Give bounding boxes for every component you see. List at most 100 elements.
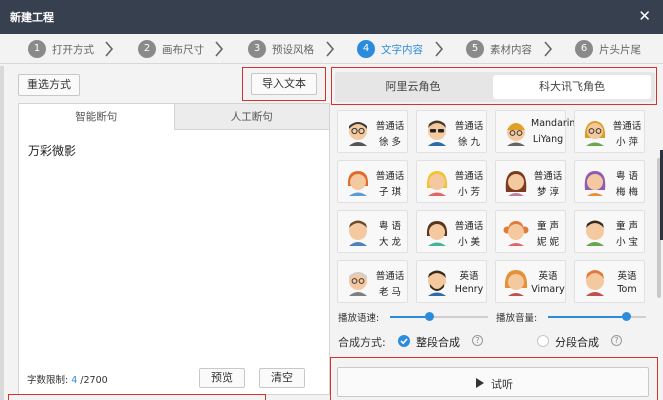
speed-slider-handle[interactable] [424,312,434,321]
voice-item[interactable]: 普通话 徐 多 [337,110,408,153]
help-icon[interactable]: ? [611,335,622,346]
step-number: 4 [357,40,375,58]
listen-button[interactable]: 试听 [337,367,649,397]
girl-bob-hair-icon [426,221,448,246]
voice-name: Tom [617,284,637,295]
woman-glasses-icon [584,121,606,146]
chevron-right-icon [434,40,444,58]
voice-name: 小 宝 [615,237,639,248]
volume-slider-handle[interactable] [621,312,631,321]
voice-item[interactable]: 粤 语 梅 梅 [574,160,645,203]
step-text-content[interactable]: 4 文字内容 [357,39,423,59]
voice-item[interactable]: 普通话 小 芳 [416,160,487,203]
clear-button[interactable]: 清空 [259,368,305,388]
voice-dialect: Mandarin [531,118,576,129]
step-number: 3 [248,40,266,58]
radio-whole-selected[interactable] [398,335,410,347]
boy-orange-hair-icon [586,270,604,296]
voice-name: Vimary [531,284,565,295]
voice-item[interactable]: 童 声 小 宝 [574,210,645,253]
provider-iflytek[interactable]: 科大讯飞角色 [493,75,651,99]
radio-split[interactable] [537,335,549,347]
step-number: 1 [28,40,46,58]
voice-name: 小 萍 [615,137,639,148]
voice-dialect: 普通话 [375,121,405,132]
voice-item[interactable]: 普通话 梦 淳 [495,160,566,203]
synthesis-mode: 合成方式: 整段合成 ? 分段合成 ? [338,332,658,350]
voice-item[interactable]: 普通话 小 美 [416,210,487,253]
step-label: 素材内容 [490,43,532,56]
voice-name: 妮 妮 [536,237,560,248]
voice-dialect: 普通话 [375,271,405,282]
step-label: 片头片尾 [599,43,641,56]
voice-item[interactable]: 普通话 老 马 [337,260,408,303]
mode-whole-label[interactable]: 整段合成 [416,334,460,350]
voice-dialect: 英语 [617,271,637,282]
man-glasses-icon [349,122,367,146]
reselect-mode-button[interactable]: 重选方式 [18,74,80,96]
chevron-right-icon [214,40,224,58]
voice-name: 徐 九 [457,137,481,148]
title-bar: 新建工程 ✕ [0,0,663,34]
girl-red-hair-icon [347,171,369,196]
step-intro-outro[interactable]: 6 片头片尾 [575,39,641,59]
voice-item[interactable]: 童 声 妮 妮 [495,210,566,253]
chevron-right-icon [104,40,114,58]
voice-item[interactable]: Mandarin LiYang [495,110,576,153]
provider-aliyun[interactable]: 阿里云角色 [338,75,488,99]
voice-name: 老 马 [378,287,402,298]
voice-name: 梅 梅 [615,187,639,198]
step-canvas-size[interactable]: 2 画布尺寸 [138,39,204,59]
dialog-title: 新建工程 [10,11,54,24]
voice-item[interactable]: 英语 Tom [574,260,645,303]
chevron-right-icon [543,40,553,58]
close-icon[interactable]: ✕ [638,8,651,24]
char-limit-label: 字数限制: [27,375,72,386]
new-project-dialog: 新建工程 ✕ 1 打开方式 2 画布尺寸 3 预设风格 4 文字内容 5 素材内… [0,0,663,400]
voice-dialect: 童 声 [536,221,560,232]
step-label: 文字内容 [381,43,423,56]
char-limit: 字数限制: 4 /2700 [27,372,108,386]
voice-dialect: 普通话 [454,171,484,182]
voice-item[interactable]: 普通话 小 萍 [574,110,645,153]
voice-item[interactable]: 普通话 徐 九 [416,110,487,153]
play-icon [476,378,484,388]
voice-name: 小 芳 [457,187,481,198]
text-input[interactable]: 万彩微影 [28,142,76,159]
voice-name: LiYang [532,134,564,145]
playback-sliders: 播放语速: 播放音量: [338,310,658,324]
editor-highlight-box [8,394,266,400]
voice-item[interactable]: 英语 Vimary [495,260,566,303]
voice-name: 大 龙 [378,237,402,248]
voice-dialect: 普通话 [454,221,484,232]
step-open-mode[interactable]: 1 打开方式 [28,39,94,59]
voice-item[interactable]: 英语 Henry [416,260,487,303]
voice-dialect: 普通话 [454,121,484,132]
woman-curly-hair-icon [504,270,528,296]
step-material-content[interactable]: 5 素材内容 [466,39,532,59]
step-preset-style[interactable]: 3 预设风格 [248,39,314,59]
step-label: 打开方式 [52,43,94,56]
step-label: 预设风格 [272,43,314,56]
voice-dialect: 粤 语 [378,221,402,232]
man-sunglasses-icon [428,120,446,146]
man-beard-icon [428,270,446,296]
text-editor: 智能断句 人工断句 万彩微影 字数限制: 4 /2700 预览 清空 [18,103,330,395]
listen-label: 试听 [491,378,513,391]
speed-label: 播放语速: [338,313,380,324]
voice-dialect: 英语 [459,271,479,282]
preview-button[interactable]: 预览 [199,368,245,388]
import-text-button[interactable]: 导入文本 [251,73,317,95]
left-edge-shadow [0,66,4,400]
voice-item[interactable]: 普通话 子 琪 [337,160,408,203]
voice-dialect: 普通话 [533,171,563,182]
tab-manual-split[interactable]: 人工断句 [173,104,329,130]
voice-name: Henry [454,284,484,295]
mode-split-label[interactable]: 分段合成 [555,334,599,350]
tab-smart-split[interactable]: 智能断句 [19,104,174,130]
help-icon[interactable]: ? [472,335,483,346]
volume-fill [548,316,627,318]
girl-yellow-hair-icon [426,171,448,196]
voice-item[interactable]: 粤 语 大 龙 [337,210,408,253]
voice-name: 徐 多 [378,137,402,148]
